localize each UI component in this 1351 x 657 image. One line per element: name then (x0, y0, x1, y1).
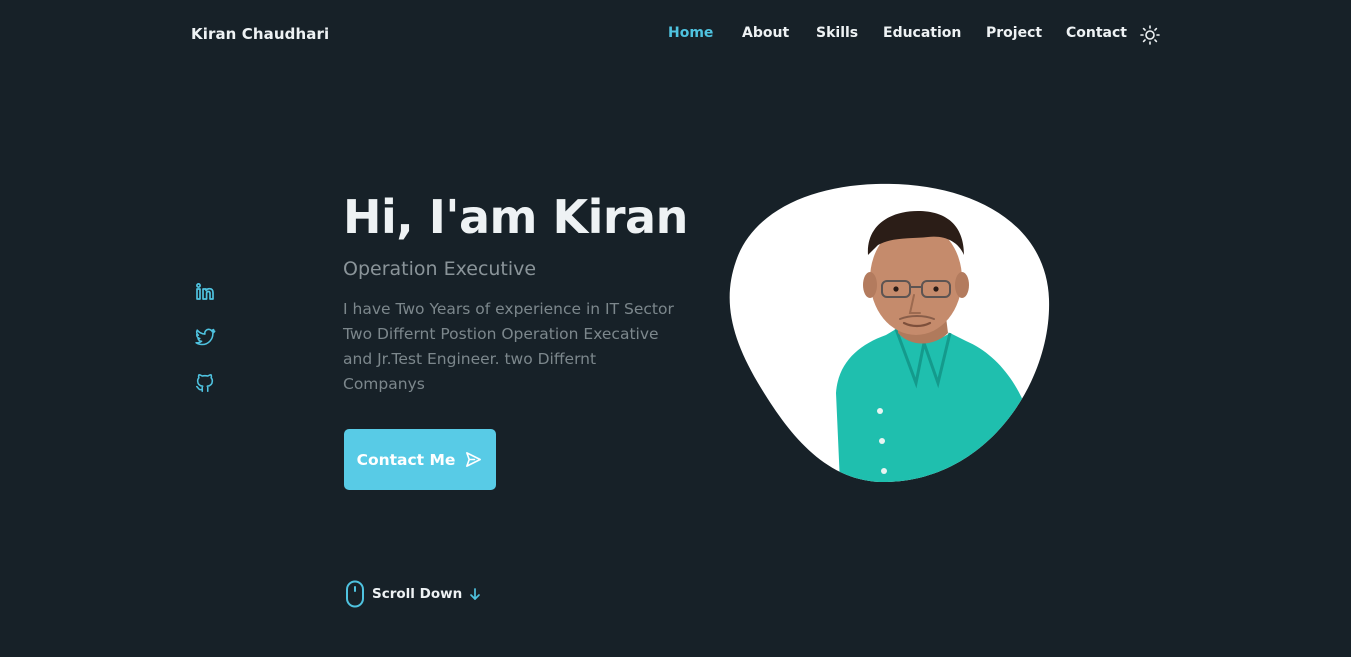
hero-description-line: Two Differnt Postion Operation Execative (343, 325, 659, 343)
arrow-down-icon (470, 588, 481, 600)
theme-toggle-button[interactable] (1139, 24, 1161, 46)
nav-skills[interactable]: Skills (816, 25, 858, 41)
nav-project[interactable]: Project (986, 25, 1042, 41)
nav-about[interactable]: About (742, 25, 789, 41)
scroll-down-link[interactable]: Scroll Down (344, 580, 482, 608)
hero-description: I have Two Years of experience in IT Sec… (343, 297, 703, 397)
contact-me-button[interactable]: Contact Me (344, 429, 496, 490)
profile-photo (729, 183, 1050, 483)
send-icon (466, 452, 482, 467)
hero-description-line: I have Two Years of experience in IT Sec… (343, 300, 674, 318)
sun-icon (1140, 25, 1160, 45)
linkedin-icon (196, 283, 214, 300)
linkedin-link[interactable] (194, 281, 216, 303)
hero-subtitle: Operation Executive (343, 258, 537, 280)
nav-contact[interactable]: Contact (1066, 25, 1127, 41)
nav-home[interactable]: Home (668, 25, 713, 41)
contact-me-label: Contact Me (356, 450, 456, 469)
page: Kiran Chaudhari Home About Skills Educat… (0, 0, 1351, 657)
hero-title: Hi, I'am Kiran (343, 190, 688, 244)
scroll-down-label: Scroll Down (372, 586, 463, 602)
mouse-icon (346, 580, 364, 608)
nav-education[interactable]: Education (883, 25, 961, 41)
profile-blob (728, 183, 1050, 483)
twitter-link[interactable] (194, 326, 216, 348)
hero-description-line: Companys (343, 375, 425, 393)
github-icon (195, 374, 214, 393)
twitter-icon (195, 328, 216, 346)
github-link[interactable] (194, 372, 216, 394)
hero-description-line: and Jr.Test Engineer. two Differnt (343, 350, 597, 368)
